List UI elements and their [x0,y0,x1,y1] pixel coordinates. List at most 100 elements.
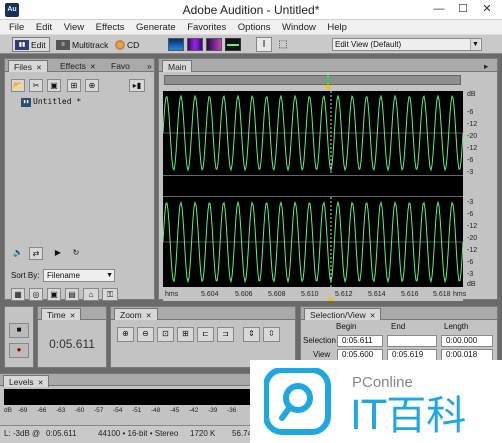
edit-view-button[interactable]: ▮▮ Edit [12,37,50,52]
status-time: 0:05.611 [46,429,77,438]
close-icon[interactable]: ✕ [38,380,44,387]
row-label-selection: Selection [303,336,336,345]
selection-length-field[interactable]: 0:00.000 [441,335,493,347]
row-label-view: View [313,350,331,359]
status-format: 44100 • 16-bit • Stereo [98,429,179,438]
close-icon[interactable]: ✕ [146,313,152,320]
open-file-icon[interactable]: 📂 [11,79,25,92]
show-cue-icon[interactable]: ⚿ [102,288,118,301]
zoom-in-horizontal-icon[interactable]: ⊕ [117,327,134,342]
waveform-right-svg [162,197,464,287]
menu-help[interactable]: Help [327,20,347,35]
menu-edit[interactable]: Edit [36,20,52,35]
close-icon[interactable]: ✕ [370,313,376,320]
phase-view-icon[interactable] [225,38,241,51]
waveform-left-channel[interactable] [162,91,464,175]
file-name: Untitled * [33,97,82,106]
db-label: -20 [467,133,478,140]
menu-file[interactable]: File [9,20,24,35]
record-icon[interactable]: ● [9,343,29,358]
sort-by-select[interactable]: Filename ▼ [43,269,115,282]
loop-play-icon[interactable]: ↻ [69,247,83,260]
close-file-icon[interactable]: ✂ [29,79,43,92]
menu-bar: File Edit View Effects Generate Favorite… [0,20,502,35]
close-button[interactable]: ✕ [476,1,498,18]
menu-effects[interactable]: Effects [96,20,125,35]
show-loops-icon[interactable]: ◎ [29,288,43,301]
audio-file-icon: ▮▮ [21,97,31,107]
show-video-icon[interactable]: ▣ [47,288,61,301]
minimize-button[interactable]: — [428,1,450,18]
maximize-button[interactable]: ☐ [452,1,474,18]
selection-begin-field[interactable]: 0:05.611 [337,335,383,347]
overview-bar[interactable] [164,75,461,85]
multitrack-view-button[interactable]: ≡ Multitrack [53,37,112,52]
time-tick-label: 5.606 [235,291,253,298]
zoom-out-horizontal-icon[interactable]: ⊖ [137,327,154,342]
zoom-out-full-icon[interactable]: ⊡ [157,327,174,342]
close-icon[interactable]: ✕ [90,64,96,71]
time-tick-label: 5.612 [335,291,353,298]
close-icon[interactable]: ✕ [36,65,42,72]
level-scale: dB -69 -66 -63 -60 -57 -54 -51 -48 -45 -… [4,407,237,414]
insert-into-multitrack-icon[interactable]: ⊞ [67,79,81,92]
zoom-left-edge-icon[interactable]: ⊏ [197,327,214,342]
file-list-item[interactable]: ▮▮ Untitled * [21,97,81,107]
time-ruler[interactable]: hms 5.604 5.606 5.608 5.610 5.612 5.614 … [163,291,466,301]
multitrack-icon: ≡ [56,39,70,50]
tab-selection-view[interactable]: Selection/View ✕ [304,308,382,320]
speaker-icon[interactable]: 🔈 [11,247,25,260]
import-icon[interactable]: ▣ [47,79,61,92]
tab-time[interactable]: Time ✕ [41,308,82,320]
waveform-right-channel[interactable] [162,197,464,287]
menu-view[interactable]: View [64,20,84,35]
db-label: dB [467,91,476,98]
tab-levels[interactable]: Levels ✕ [3,375,50,387]
play-icon[interactable]: ▶ [51,247,65,260]
show-midi-icon[interactable]: ▤ [65,288,79,301]
workspace-select-value: Edit View (Default) [335,40,402,49]
spectral-view-icon[interactable] [187,38,203,51]
tab-files[interactable]: Files ✕ [8,60,48,72]
spectral-pan-icon[interactable] [206,38,222,51]
zoom-right-edge-icon[interactable]: ⊐ [217,327,234,342]
db-label: -12 [467,121,478,128]
show-audio-icon[interactable]: ▦ [11,288,25,301]
tabs-overflow-icon[interactable]: » [142,60,157,72]
panel-menu-icon[interactable]: ▸ [479,60,493,72]
close-icon[interactable]: ✕ [70,313,76,320]
cd-view-button[interactable]: CD [112,37,143,52]
loop-icon[interactable]: ⇄ [29,247,43,260]
full-paths-icon[interactable]: ⌂ [83,288,99,301]
db-label: -3 [467,169,474,176]
time-selection-tool-icon[interactable]: I [256,37,272,52]
selection-end-field[interactable] [387,335,437,347]
window-title: Adobe Audition - Untitled* [182,3,320,17]
edit-file-icon[interactable]: ⊕ [85,79,99,92]
watermark-text: IT百科 [350,393,467,439]
playhead-marker-icon[interactable] [324,85,332,90]
zoom-in-vertical-icon[interactable]: ⇕ [243,327,260,342]
waveform-view-icon[interactable] [168,38,184,51]
time-unit-label: hms [165,291,179,298]
tab-effects[interactable]: Effects ✕ [55,60,101,72]
tab-favorites[interactable]: Favo [106,60,135,72]
tab-zoom[interactable]: Zoom ✕ [114,308,158,320]
time-tick-label: 5.608 [268,291,286,298]
stop-icon[interactable]: ■ [9,323,29,338]
menu-options[interactable]: Options [238,20,271,35]
cd-icon [115,39,125,50]
sort-by-value: Filename [47,271,80,280]
marquee-tool-icon[interactable]: ⬚ [275,37,291,52]
zoom-to-selection-icon[interactable]: ⊞ [177,327,194,342]
zoom-out-vertical-icon[interactable]: ⇳ [263,327,280,342]
workspace-select[interactable]: Edit View (Default) ▼ [332,38,482,51]
menu-generate[interactable]: Generate [136,20,176,35]
menu-favorites[interactable]: Favorites [187,20,226,35]
menu-window[interactable]: Window [282,20,316,35]
db-label: -12 [467,223,478,230]
tab-main[interactable]: Main [162,60,193,72]
db-label: -3 [467,271,474,278]
panel-options-icon[interactable]: ▸▮ [129,79,145,92]
selection-view-panel: Selection/View ✕ Begin End Length Selecti… [300,306,498,368]
